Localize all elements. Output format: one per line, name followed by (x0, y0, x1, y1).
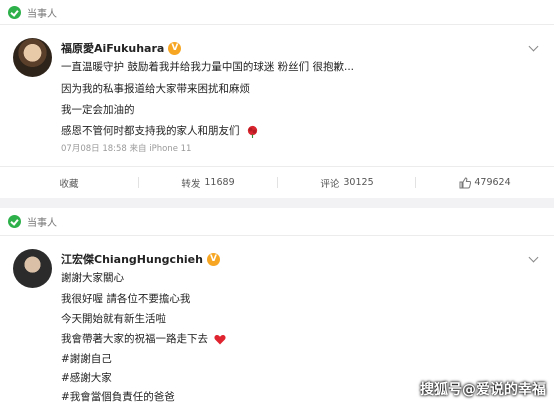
check-circle-icon (8, 5, 21, 19)
post-text-line: 我很好喔 請各位不要擔心我 (61, 293, 191, 305)
action-bar: 收藏 转发 11689 评论 30125 479624 (0, 167, 554, 198)
author-name[interactable]: 福原愛AiFukuhara V (61, 40, 182, 56)
party-tag: 当事人 (8, 214, 57, 229)
favorite-button[interactable]: 收藏 (0, 167, 138, 198)
post-text-line: 一直温暖守护 鼓励着我并给我力量中国的球迷 粉丝们 很抱歉... (61, 61, 355, 73)
like-button[interactable]: 479624 (416, 167, 554, 198)
chevron-down-icon[interactable] (528, 43, 540, 51)
comment-button[interactable]: 评论 30125 (278, 167, 416, 198)
verified-icon: V (168, 41, 182, 55)
rose-icon (247, 125, 257, 138)
avatar[interactable] (13, 249, 52, 288)
post-meta: 07月08日 18:58 来自 iPhone 11 (61, 144, 192, 154)
post-text-line: 謝謝大家關心 (61, 272, 124, 284)
party-tag-label: 当事人 (27, 8, 57, 20)
chevron-down-icon[interactable] (528, 254, 540, 262)
weibo-post-card: 当事人 福原愛AiFukuhara V 一直温暖守护 鼓励着我并给我力量中国的球… (0, 0, 554, 198)
verified-icon: V (206, 252, 220, 266)
source-watermark: 搜狐号@爱说的幸福 (420, 382, 546, 398)
divider (0, 24, 554, 25)
hashtag[interactable]: #謝謝自己 (61, 351, 112, 366)
author-name[interactable]: 江宏傑ChiangHungchieh V (61, 251, 220, 267)
post-text-line: 感恩不管何时都支持我的家人和朋友们 (61, 123, 259, 138)
card-gap (0, 198, 554, 208)
avatar[interactable] (13, 38, 52, 77)
hashtag[interactable]: #感謝大家 (61, 370, 112, 385)
repost-button[interactable]: 转发 11689 (139, 167, 277, 198)
thumbs-up-icon (459, 176, 472, 188)
party-tag-label: 当事人 (27, 217, 57, 229)
check-circle-icon (8, 214, 21, 228)
post-text-line: 今天開始就有新生活啦 (61, 313, 166, 325)
heart-icon (214, 334, 226, 344)
post-text-line: 因为我的私事报道给大家带来困扰和麻烦 (61, 83, 250, 95)
divider (0, 235, 554, 236)
post-text-line: 我一定会加油的 (61, 104, 135, 116)
hashtag[interactable]: #我會當個負責任的爸爸 (61, 389, 175, 404)
party-tag: 当事人 (8, 5, 57, 20)
post-text-line: 我會帶著大家的祝福一路走下去 (61, 331, 226, 346)
